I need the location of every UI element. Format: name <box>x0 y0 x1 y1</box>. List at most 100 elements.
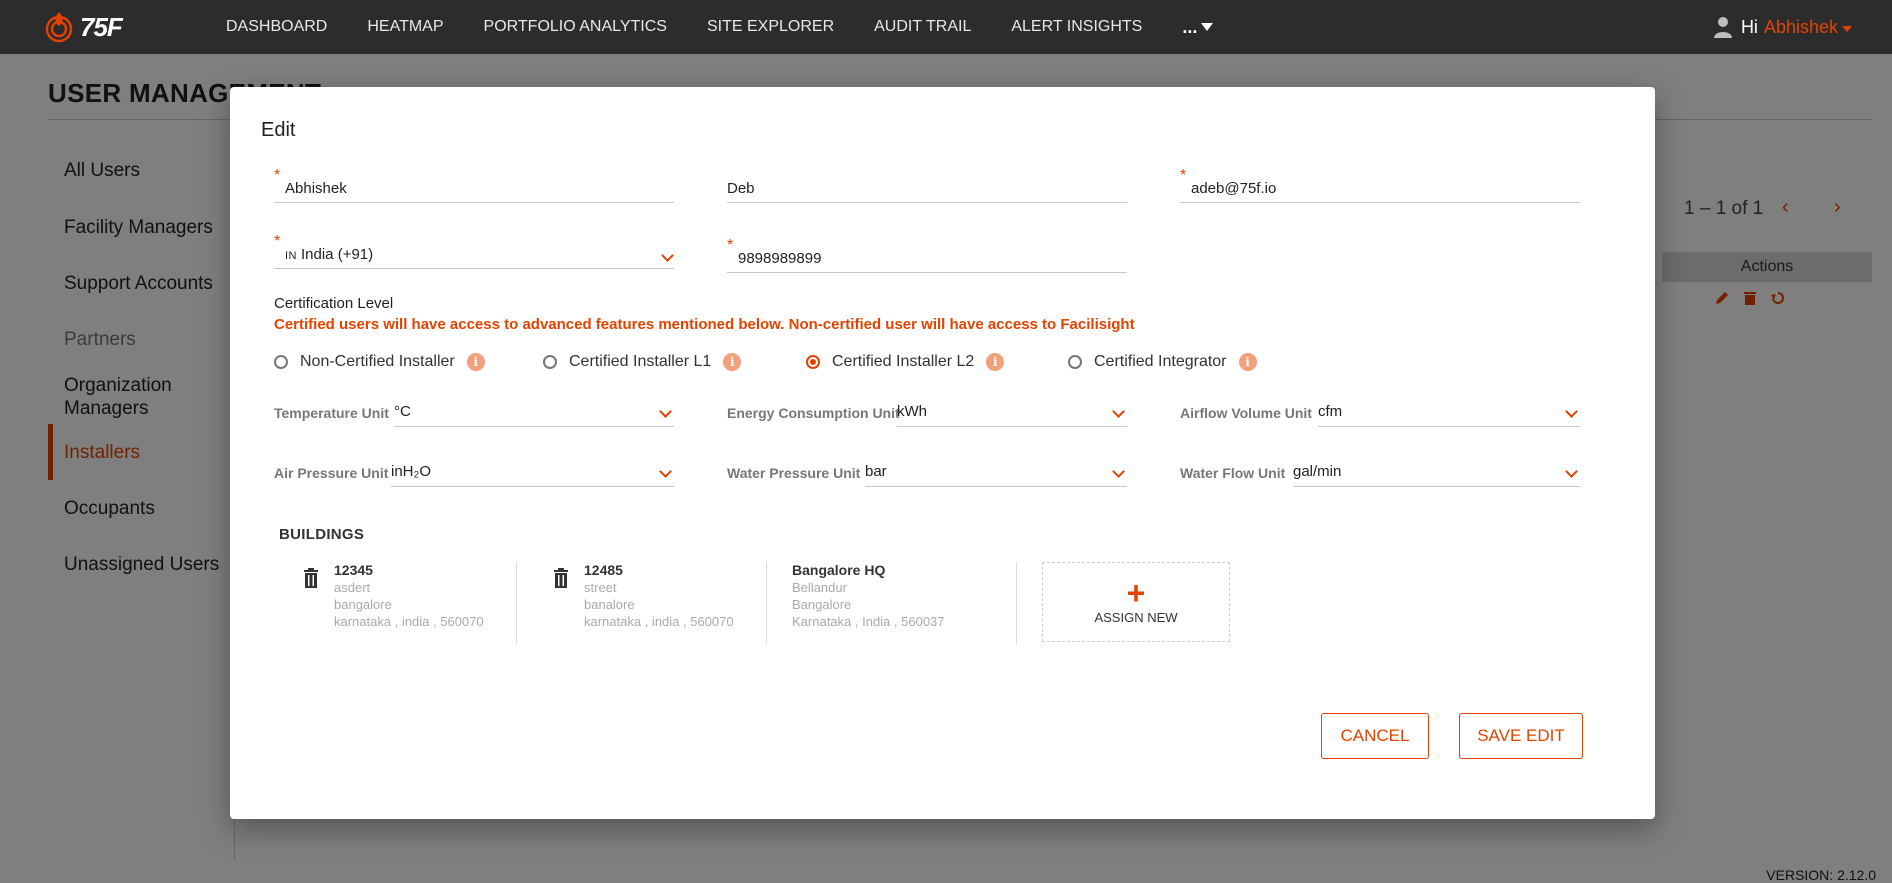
building-address-line: street <box>584 580 617 595</box>
radio-button[interactable] <box>543 355 557 369</box>
user-icon <box>1713 17 1732 38</box>
nav-audit-trail[interactable]: AUDIT TRAIL <box>874 18 971 36</box>
building-divider <box>516 562 517 644</box>
radio-certified-installer-l1[interactable]: Certified Installer L1 i <box>543 353 742 371</box>
building-address-line: asdert <box>334 580 371 595</box>
airflow-unit-value: cfm <box>1318 403 1343 420</box>
buildings-heading: BUILDINGS <box>279 526 365 543</box>
water-flow-unit-label: Water Flow Unit <box>1180 465 1286 481</box>
email-value: adeb@75f.io <box>1191 180 1277 197</box>
water-pressure-unit-select[interactable]: bar <box>865 461 1127 487</box>
radio-label: Certified Installer L1 <box>569 353 712 370</box>
airflow-unit-label: Airflow Volume Unit <box>1180 405 1312 421</box>
country-code-select[interactable]: * IN India (+91) <box>274 233 674 269</box>
radio-button-selected[interactable] <box>806 355 820 369</box>
radio-label: Certified Integrator <box>1094 353 1227 370</box>
trash-icon[interactable] <box>302 568 320 588</box>
building-card: 12345 asdert bangalore karnataka , india… <box>302 562 502 650</box>
building-name: 12485 <box>584 562 623 578</box>
top-nav-bar: 75F DASHBOARD HEATMAP PORTFOLIO ANALYTIC… <box>0 0 1892 54</box>
nav-portfolio-analytics[interactable]: PORTFOLIO ANALYTICS <box>484 18 667 36</box>
building-name: Bangalore HQ <box>792 562 886 578</box>
required-marker: * <box>1180 167 1187 184</box>
certification-level-label: Certification Level <box>274 295 394 312</box>
energy-unit-select[interactable]: kWh <box>897 401 1127 427</box>
info-icon[interactable]: i <box>986 353 1005 371</box>
water-pressure-unit-value: bar <box>865 463 887 480</box>
required-marker: * <box>274 233 281 250</box>
air-pressure-unit-select[interactable]: inH₂O <box>391 461 674 487</box>
building-address-line: banalore <box>584 597 635 612</box>
chevron-down-icon <box>661 249 674 262</box>
chevron-down-icon <box>1112 405 1125 418</box>
info-icon[interactable]: i <box>723 353 742 371</box>
user-name: Abhishek <box>1763 16 1838 37</box>
flame-logo-icon <box>45 12 73 43</box>
water-flow-unit-value: gal/min <box>1293 463 1342 480</box>
phone-value: 9898989899 <box>738 250 822 267</box>
assign-new-building-button[interactable]: + ASSIGN NEW <box>1042 562 1230 642</box>
air-pressure-unit-label: Air Pressure Unit <box>274 465 389 481</box>
building-card: Bangalore HQ Bellandur Bangalore Karnata… <box>792 562 992 650</box>
water-flow-unit-select[interactable]: gal/min <box>1293 461 1580 487</box>
chevron-down-icon <box>1565 465 1578 478</box>
temperature-unit-label: Temperature Unit <box>274 405 389 421</box>
nav-heatmap[interactable]: HEATMAP <box>367 18 443 36</box>
nav-dashboard[interactable]: DASHBOARD <box>226 18 327 36</box>
user-caret-icon <box>1842 26 1852 32</box>
radio-button[interactable] <box>1068 355 1082 369</box>
required-marker: * <box>727 237 734 254</box>
certification-note: Certified users will have access to adva… <box>274 316 1135 333</box>
temperature-unit-value: °C <box>394 403 411 420</box>
building-address-line: Bangalore <box>792 597 852 612</box>
last-name-field[interactable]: Deb <box>727 173 1127 203</box>
info-icon[interactable]: i <box>1238 353 1257 371</box>
caret-down-icon <box>1201 23 1214 31</box>
first-name-value: Abhishek <box>285 180 347 197</box>
info-icon[interactable]: i <box>466 353 485 371</box>
temperature-unit-select[interactable]: °C <box>394 401 674 427</box>
country-value: IN India (+91) <box>274 246 373 263</box>
building-address-line: Bellandur <box>792 580 847 595</box>
radio-certified-integrator[interactable]: Certified Integrator i <box>1068 353 1257 371</box>
email-field[interactable]: * adeb@75f.io <box>1180 167 1580 203</box>
radio-certified-installer-l2[interactable]: Certified Installer L2 i <box>806 353 1005 371</box>
assign-new-label: ASSIGN NEW <box>1094 609 1178 625</box>
plus-icon: + <box>1126 574 1146 611</box>
air-pressure-unit-value: inH₂O <box>391 463 431 480</box>
user-greeting: Hi <box>1740 16 1758 37</box>
edit-user-dialog: Edit * Abhishek Deb * adeb@75f.io * IN In… <box>230 87 1655 819</box>
chevron-down-icon <box>1565 405 1578 418</box>
first-name-field[interactable]: * Abhishek <box>274 167 674 203</box>
building-name: 12345 <box>334 562 373 578</box>
chevron-down-icon <box>1112 465 1125 478</box>
radio-non-certified-installer[interactable]: Non-Certified Installer i <box>274 353 485 371</box>
building-address-line: Karnataka , India , 560037 <box>792 614 945 629</box>
chevron-down-icon <box>659 405 672 418</box>
dialog-title: Edit <box>261 119 296 141</box>
building-address-line: karnataka , india , 560070 <box>584 614 734 629</box>
app-logo[interactable]: 75F <box>44 10 123 44</box>
radio-button[interactable] <box>274 355 288 369</box>
energy-unit-value: kWh <box>897 403 927 420</box>
building-card: 12485 street banalore karnataka , india … <box>552 562 752 650</box>
cancel-button[interactable]: CANCEL <box>1321 713 1429 759</box>
radio-label: Certified Installer L2 <box>832 353 975 370</box>
main-nav: DASHBOARD HEATMAP PORTFOLIO ANALYTICS SI… <box>226 0 1214 54</box>
required-marker: * <box>274 167 281 184</box>
country-flag: IN <box>285 250 297 262</box>
building-address-line: bangalore <box>334 597 392 612</box>
building-divider <box>766 562 767 644</box>
airflow-unit-select[interactable]: cfm <box>1318 401 1580 427</box>
phone-field[interactable]: * 9898989899 <box>727 237 1127 273</box>
trash-icon[interactable] <box>552 568 570 588</box>
nav-alert-insights[interactable]: ALERT INSIGHTS <box>1011 18 1142 36</box>
nav-more-label: ... <box>1182 16 1198 37</box>
last-name-value: Deb <box>727 180 755 197</box>
nav-more-menu[interactable]: ... <box>1182 16 1214 38</box>
building-address-line: karnataka , india , 560070 <box>334 614 484 629</box>
country-name: India (+91) <box>301 246 374 263</box>
save-edit-button[interactable]: SAVE EDIT <box>1459 713 1583 759</box>
nav-site-explorer[interactable]: SITE EXPLORER <box>707 18 834 36</box>
user-menu[interactable]: Hi Abhishek <box>1713 0 1852 54</box>
